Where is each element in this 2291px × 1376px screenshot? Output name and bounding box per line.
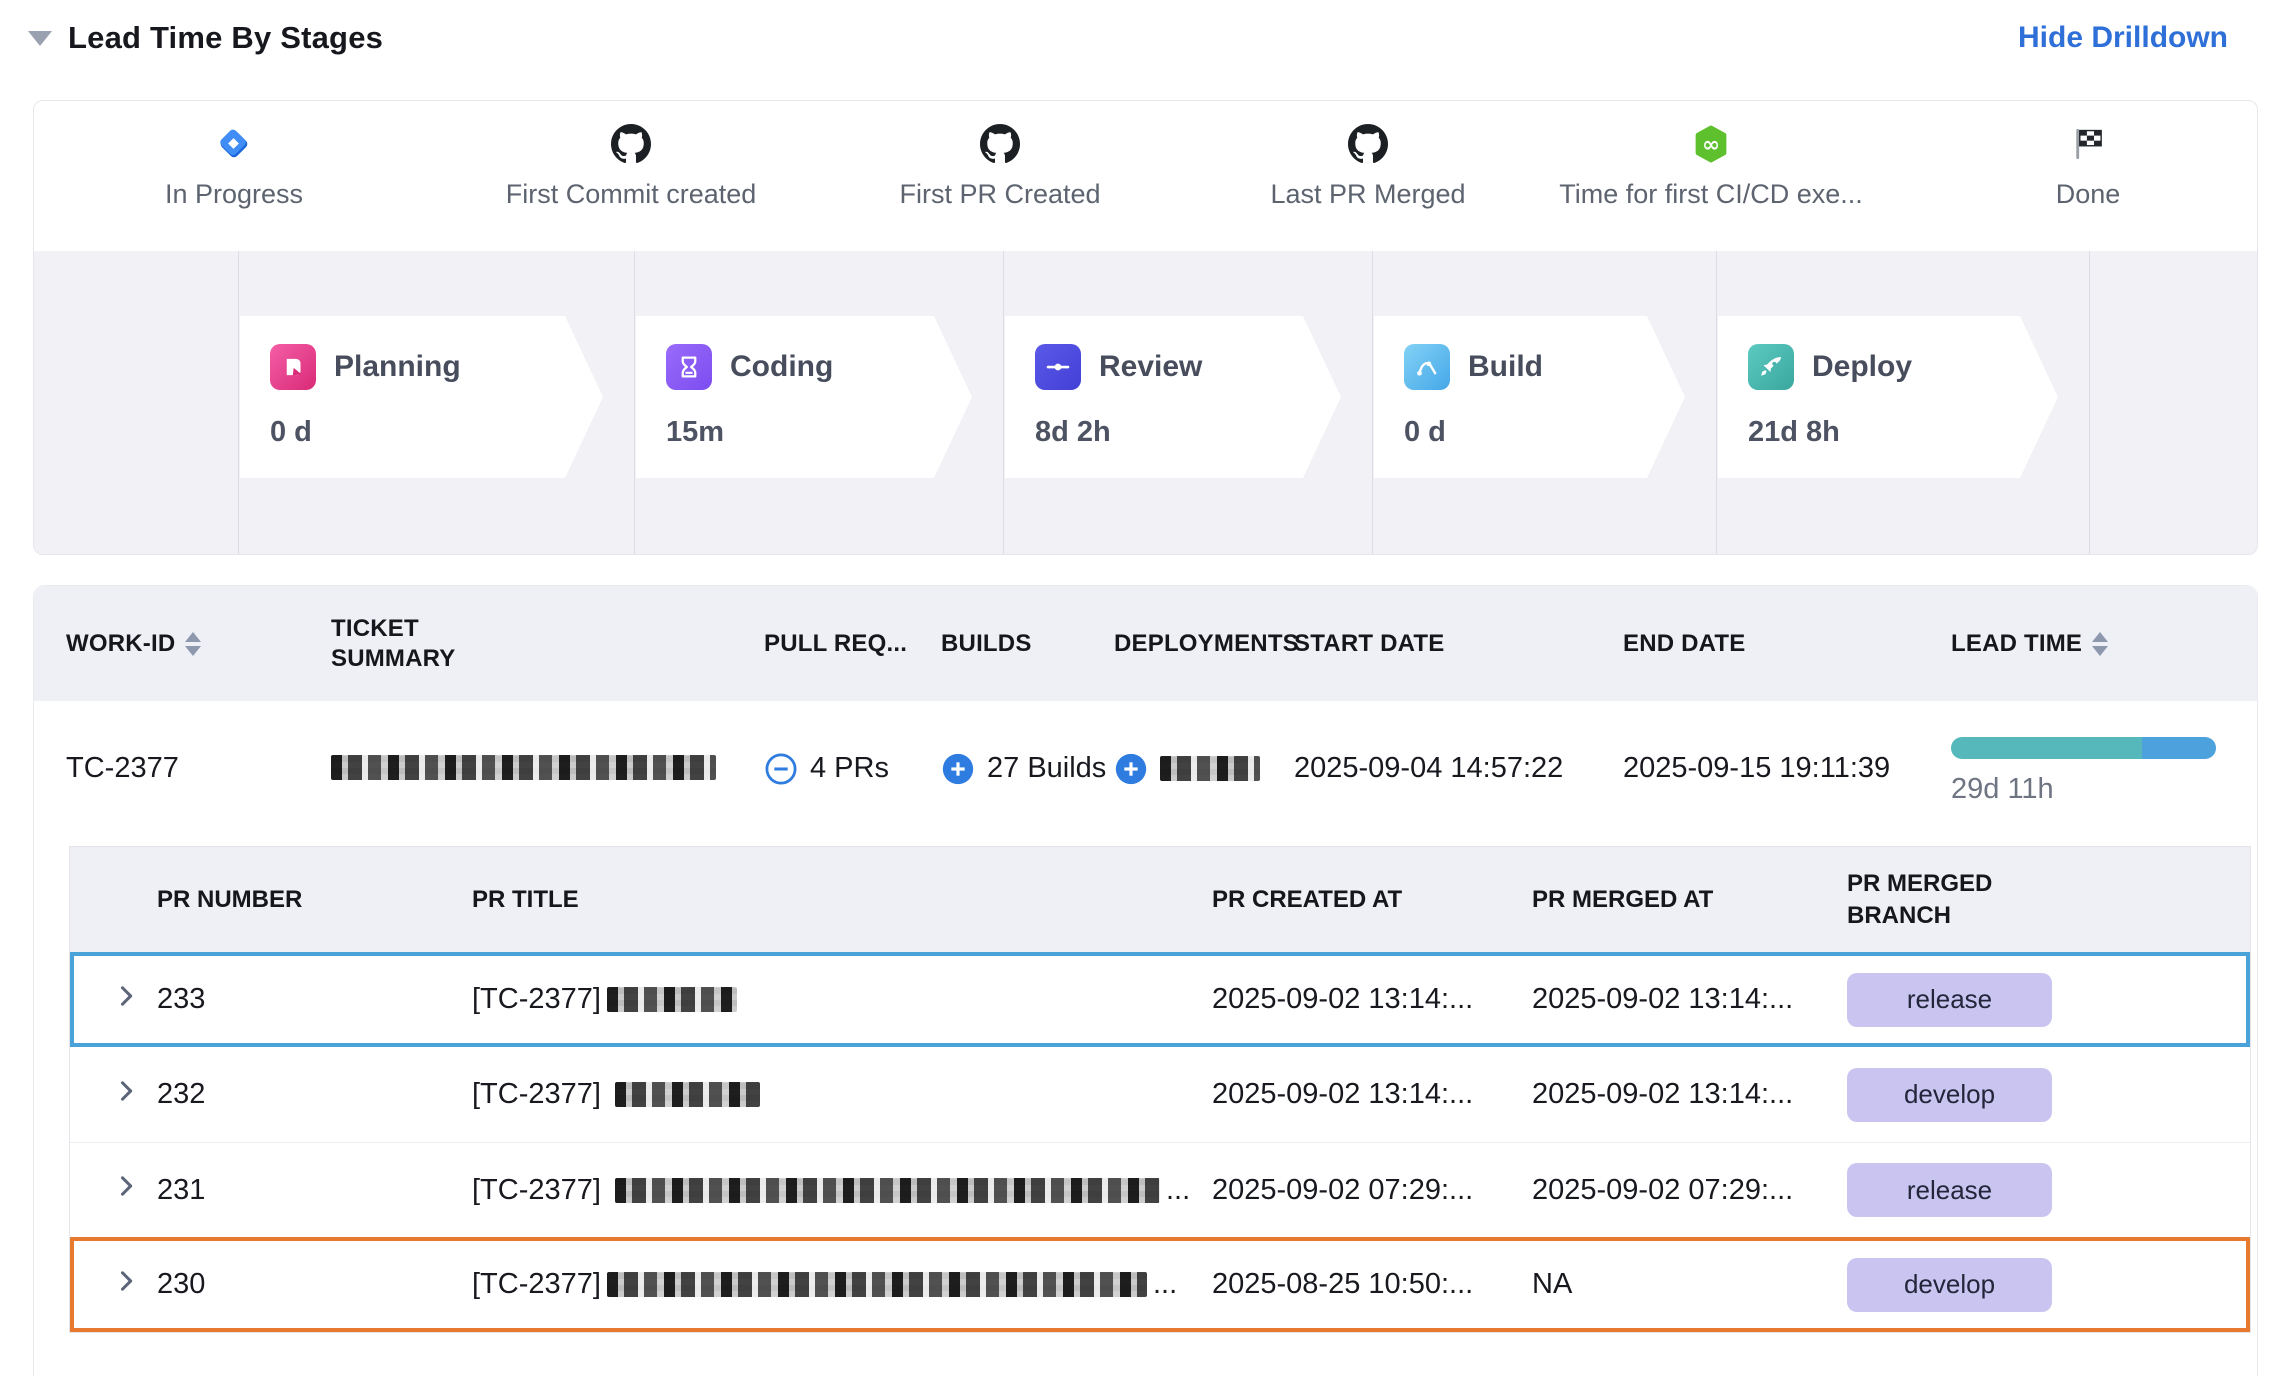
start-date-value: 2025-09-04 14:57:22	[1294, 752, 1623, 785]
end-date-value: 2025-09-15 19:11:39	[1623, 752, 1951, 785]
stage-coding: Coding 15m	[636, 316, 972, 478]
page-title: Lead Time By Stages	[68, 20, 383, 56]
pr-merged-at: 2025-09-02 13:14:...	[1532, 983, 1847, 1016]
work-id-value: TC-2377	[66, 752, 331, 785]
cicd-pipeline-icon: ∞	[1690, 123, 1732, 165]
col-builds: BUILDS	[941, 629, 1114, 659]
ticket-summary-redacted	[331, 752, 764, 785]
pr-number: 231	[157, 1174, 472, 1207]
col-pull-requests: PULL REQ...	[764, 629, 941, 659]
chevron-right-icon[interactable]	[112, 1267, 140, 1303]
deployments-cell	[1114, 752, 1294, 786]
col-deployments: DEPLOYMENTS	[1114, 629, 1294, 659]
branch-badge: release	[1847, 973, 2052, 1027]
col-lead-time[interactable]: LEAD TIME	[1951, 629, 2229, 659]
svg-text:∞: ∞	[1702, 132, 1720, 157]
stage-build: Build 0 d	[1374, 316, 1685, 478]
lead-time-bar	[1951, 737, 2216, 759]
col-pr-merged-branch: PR MERGED BRANCH	[1847, 868, 2230, 930]
stage-planning: Planning 0 d	[240, 316, 603, 478]
chevron-right-icon[interactable]	[112, 982, 140, 1018]
pr-created-at: 2025-09-02 13:14:...	[1212, 1078, 1532, 1111]
pr-merged-at: 2025-09-02 13:14:...	[1532, 1078, 1847, 1111]
pr-row-231[interactable]: 231 [TC-2377]... 2025-09-02 07:29:... 20…	[70, 1142, 2250, 1237]
github-icon	[610, 123, 652, 165]
stages-panel: In Progress First Commit created First P…	[33, 100, 2258, 555]
pr-merged-at: NA	[1532, 1268, 1847, 1301]
lead-time-value: 29d 11h	[1951, 773, 2229, 806]
planning-icon	[270, 344, 316, 390]
chevron-right-icon[interactable]	[112, 1172, 140, 1208]
minus-circle-icon[interactable]	[764, 752, 798, 786]
pr-table-header: PR NUMBER PR TITLE PR CREATED AT PR MERG…	[70, 847, 2250, 952]
deploy-icon	[1748, 344, 1794, 390]
milestone-in-progress: In Progress	[33, 123, 444, 210]
work-item-row: TC-2377 4 PRs	[34, 701, 2257, 836]
pr-created-at: 2025-09-02 13:14:...	[1212, 983, 1532, 1016]
finish-flag-icon	[2067, 123, 2109, 165]
col-work-id[interactable]: WORK-ID	[66, 629, 331, 659]
section-header: Lead Time By Stages Hide Drilldown	[28, 10, 2228, 66]
stage-review: Review 8d 2h	[1005, 316, 1341, 478]
sort-icon[interactable]	[2092, 632, 2108, 656]
plus-circle-icon[interactable]	[1114, 752, 1148, 786]
stage-deploy: Deploy 21d 8h	[1718, 316, 2058, 478]
milestone-cicd: ∞ Time for first CI/CD exe...	[1501, 123, 1921, 210]
pr-title: [TC-2377]	[472, 1078, 1212, 1111]
github-icon	[1347, 123, 1389, 165]
milestone-row: In Progress First Commit created First P…	[34, 101, 2257, 251]
pr-title: [TC-2377]...	[472, 1268, 1212, 1301]
pr-title: [TC-2377]...	[472, 1174, 1212, 1207]
stage-duration: 8d 2h	[1035, 416, 1341, 449]
col-end-date: END DATE	[1623, 629, 1951, 659]
work-table-header: WORK-ID TICKET SUMMARY PULL REQ... BUILD…	[34, 586, 2257, 701]
stage-duration: 21d 8h	[1748, 416, 2058, 449]
stage-duration: 0 d	[270, 416, 603, 449]
pr-number: 232	[157, 1078, 472, 1111]
collapse-caret-icon[interactable]	[28, 31, 52, 46]
milestone-first-commit: First Commit created	[421, 123, 841, 210]
chevron-right-icon[interactable]	[112, 1077, 140, 1113]
col-pr-merged-at: PR MERGED AT	[1532, 884, 1847, 915]
branch-badge: release	[1847, 1163, 2052, 1217]
branch-badge: develop	[1847, 1068, 2052, 1122]
pr-created-at: 2025-09-02 07:29:...	[1212, 1174, 1532, 1207]
col-pr-number: PR NUMBER	[157, 884, 472, 915]
pr-table: PR NUMBER PR TITLE PR CREATED AT PR MERG…	[69, 846, 2251, 1333]
jira-in-progress-icon	[213, 123, 255, 165]
work-item-table: WORK-ID TICKET SUMMARY PULL REQ... BUILD…	[33, 585, 2258, 1376]
col-pr-title: PR TITLE	[472, 884, 1212, 915]
milestone-done: Done	[1878, 123, 2258, 210]
hide-drilldown-link[interactable]: Hide Drilldown	[2018, 21, 2228, 55]
lead-time-cell: 29d 11h	[1951, 731, 2229, 806]
pr-number: 233	[157, 983, 472, 1016]
github-icon	[979, 123, 1021, 165]
stage-duration: 15m	[666, 416, 972, 449]
milestone-first-pr: First PR Created	[790, 123, 1210, 210]
branch-badge: develop	[1847, 1258, 2052, 1312]
pr-title: [TC-2377]	[472, 983, 1212, 1016]
pr-number: 230	[157, 1268, 472, 1301]
review-icon	[1035, 344, 1081, 390]
plus-circle-icon[interactable]	[941, 752, 975, 786]
pr-merged-at: 2025-09-02 07:29:...	[1532, 1174, 1847, 1207]
lead-time-drilldown-view: Lead Time By Stages Hide Drilldown In Pr…	[0, 0, 2291, 1376]
col-pr-created-at: PR CREATED AT	[1212, 884, 1532, 915]
stage-duration: 0 d	[1404, 416, 1685, 449]
pull-requests-cell: 4 PRs	[764, 752, 941, 786]
sort-icon[interactable]	[185, 632, 201, 656]
builds-cell: 27 Builds	[941, 752, 1114, 786]
pr-row-230[interactable]: 230 [TC-2377]... 2025-08-25 10:50:... NA…	[70, 1237, 2250, 1332]
pr-row-232[interactable]: 232 [TC-2377] 2025-09-02 13:14:... 2025-…	[70, 1047, 2250, 1142]
pr-created-at: 2025-08-25 10:50:...	[1212, 1268, 1532, 1301]
col-ticket-summary: TICKET SUMMARY	[331, 614, 764, 674]
stage-band: Planning 0 d Coding 15m	[34, 251, 2257, 555]
coding-icon	[666, 344, 712, 390]
pr-row-233[interactable]: 233 [TC-2377] 2025-09-02 13:14:... 2025-…	[70, 952, 2250, 1047]
col-start-date: START DATE	[1294, 629, 1623, 659]
build-icon	[1404, 344, 1450, 390]
